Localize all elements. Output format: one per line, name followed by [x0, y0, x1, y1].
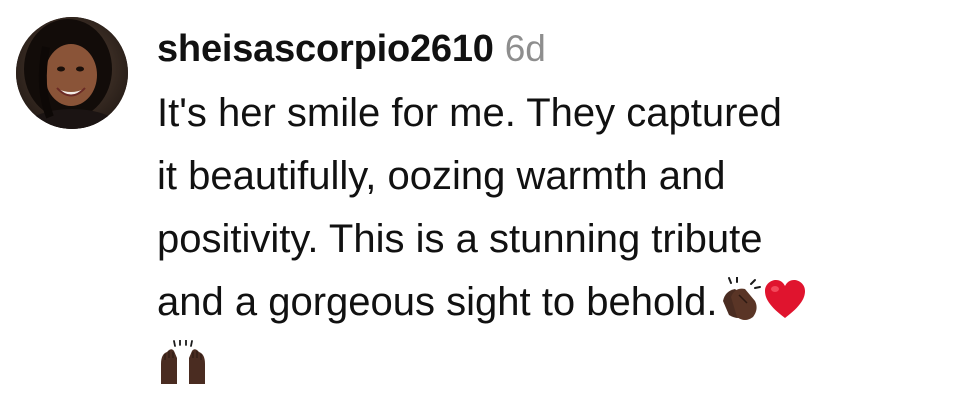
- username-link[interactable]: sheisascorpio2610: [157, 28, 494, 71]
- clapping-hands-emoji: [717, 277, 763, 323]
- red-heart-emoji: [763, 278, 807, 322]
- comment-line: and a gorgeous sight to behold.: [157, 280, 718, 324]
- comment-text: It's her smile for me. They captured it …: [157, 82, 967, 397]
- comment-line: it beautifully, oozing warmth and: [157, 154, 726, 198]
- raising-hands-emoji: [157, 340, 209, 386]
- avatar[interactable]: [16, 17, 128, 129]
- avatar-image: [16, 17, 128, 129]
- comment-line: positivity. This is a stunning tribute: [157, 217, 763, 261]
- comment-line-emoji: [157, 334, 967, 397]
- comment-line: It's her smile for me. They captured: [157, 91, 782, 135]
- comment-header: sheisascorpio2610 6d: [157, 28, 546, 78]
- timestamp[interactable]: 6d: [505, 28, 546, 70]
- comment-item: sheisascorpio2610 6d It's her smile for …: [0, 0, 980, 404]
- comment-line-with-emoji: and a gorgeous sight to behold.: [157, 271, 967, 334]
